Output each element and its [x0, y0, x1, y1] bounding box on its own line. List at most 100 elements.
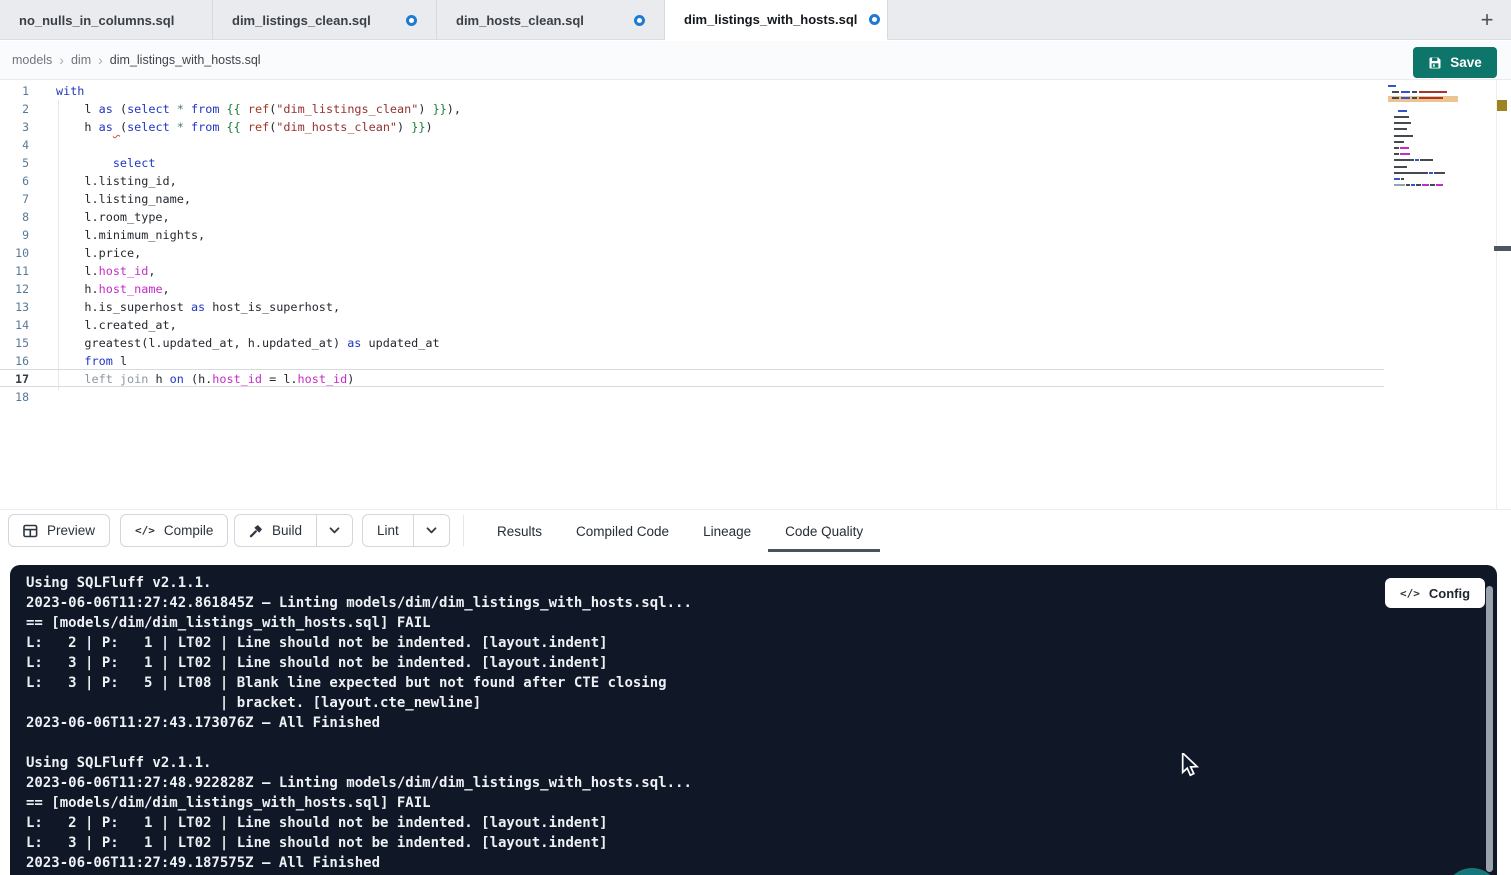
code-text: h.is_superhost as host_is_superhost,: [56, 298, 340, 316]
code-text: l.listing_id,: [56, 172, 177, 190]
editor-tab-no_nulls_in_columns[interactable]: no_nulls_in_columns.sql: [0, 0, 213, 40]
code-line-7[interactable]: 7 l.listing_name,: [0, 190, 1384, 208]
tab-code-quality[interactable]: Code Quality: [768, 510, 880, 552]
code-text: left join h on (h.host_id = l.host_id): [56, 370, 354, 388]
line-number: 9: [0, 226, 29, 244]
line-number: 3: [0, 118, 29, 136]
minimap-row: [1388, 116, 1458, 118]
line-number: 6: [0, 172, 29, 190]
line-number: 1: [0, 82, 29, 100]
grid-icon: [23, 524, 38, 538]
code-line-8[interactable]: 8 l.room_type,: [0, 208, 1384, 226]
code-text: l.room_type,: [56, 208, 170, 226]
code-text: l.created_at,: [56, 316, 177, 334]
tab-compiled-code[interactable]: Compiled Code: [559, 510, 686, 552]
new-tab-button[interactable]: +: [1471, 4, 1503, 36]
code-line-1[interactable]: 1with: [0, 82, 1384, 100]
minimap-row: [1388, 104, 1458, 106]
preview-button[interactable]: Preview: [8, 514, 110, 547]
dbt-cloud-ide: no_nulls_in_columns.sql dim_listings_clea…: [0, 0, 1511, 875]
code-line-16[interactable]: 16 from l: [0, 352, 1384, 370]
terminal-line: [26, 733, 692, 753]
editor-minimap[interactable]: [1388, 85, 1458, 215]
code-text: h as (select * from {{ ref("dim_hosts_cl…: [56, 118, 433, 136]
editor-tab-dim_listings_with_hosts[interactable]: dim_listings_with_hosts.sql: [665, 0, 888, 40]
code-text: h.host_name,: [56, 280, 170, 298]
unsaved-changes-dot-icon: [406, 15, 417, 26]
code-editor[interactable]: 1with2 l as (select * from {{ ref("dim_l…: [0, 80, 1511, 509]
line-number: 2: [0, 100, 29, 118]
compile-button[interactable]: </>Compile: [120, 514, 228, 547]
code-line-10[interactable]: 10 l.price,: [0, 244, 1384, 262]
code-line-4[interactable]: 4: [0, 136, 1384, 154]
lint-config-button[interactable]: </> Config: [1385, 578, 1485, 608]
code-icon: </>: [135, 524, 155, 537]
code-line-3[interactable]: 3 h as (select * from {{ ref("dim_hosts_…: [0, 118, 1384, 136]
code-line-11[interactable]: 11 l.host_id,: [0, 262, 1384, 280]
code-line-18[interactable]: 18: [0, 388, 1384, 406]
unsaved-changes-dot-icon: [634, 15, 645, 26]
terminal-line: == [models/dim/dim_listings_with_hosts.s…: [26, 793, 692, 813]
code-text: l as (select * from {{ ref("dim_listings…: [56, 100, 461, 118]
code-line-13[interactable]: 13 h.is_superhost as host_is_superhost,: [0, 298, 1384, 316]
terminal-line: L: 3 | P: 1 | LT02 | Line should not be …: [26, 653, 692, 673]
tab-lineage[interactable]: Lineage: [686, 510, 768, 552]
breadcrumb-item[interactable]: models: [12, 53, 52, 67]
lint-button[interactable]: Lint: [362, 514, 450, 547]
terminal-line: | bracket. [layout.cte_newline]: [26, 693, 692, 713]
code-line-9[interactable]: 9 l.minimum_nights,: [0, 226, 1384, 244]
line-number: 18: [0, 388, 29, 406]
tab-results[interactable]: Results: [480, 510, 559, 552]
minimap-row: [1388, 128, 1458, 130]
line-number: 8: [0, 208, 29, 226]
terminal-line: 2023-06-06T11:27:48.922828Z — Linting mo…: [26, 773, 692, 793]
code-line-5[interactable]: 5 select: [0, 154, 1384, 172]
code-text: select: [56, 154, 155, 172]
minimap-row: [1388, 159, 1458, 161]
save-button[interactable]: Save: [1413, 47, 1497, 78]
line-number: 7: [0, 190, 29, 208]
terminal-line: 2023-06-06T11:27:42.861845Z — Linting mo…: [26, 593, 692, 613]
breadcrumb-item[interactable]: dim: [71, 53, 91, 67]
build-button[interactable]: Build: [234, 514, 353, 547]
button-label: Preview: [47, 523, 95, 538]
line-number: 13: [0, 298, 29, 316]
code-line-15[interactable]: 15 greatest(l.updated_at, h.updated_at) …: [0, 334, 1384, 352]
minimap-row: [1388, 141, 1458, 143]
minimap-row: [1388, 184, 1458, 186]
terminal-line: L: 2 | P: 1 | LT02 | Line should not be …: [26, 813, 692, 833]
terminal-line: == [models/dim/dim_listings_with_hosts.s…: [26, 613, 692, 633]
line-number: 4: [0, 136, 29, 154]
code-icon: </>: [1400, 587, 1420, 600]
terminal-line: 2023-06-06T11:27:43.173076Z — All Finish…: [26, 713, 692, 733]
terminal-scrollbar[interactable]: [1486, 586, 1493, 872]
code-line-14[interactable]: 14 l.created_at,: [0, 316, 1384, 334]
floppy-icon: [1428, 56, 1442, 70]
scroll-position-marker: [1494, 246, 1511, 251]
line-number: 5: [0, 154, 29, 172]
code-line-17[interactable]: 17 left join h on (h.host_id = l.host_id…: [0, 369, 1384, 387]
lint-output-terminal[interactable]: Using SQLFluff v2.1.1.2023-06-06T11:27:4…: [10, 565, 1497, 875]
breadcrumb: models›dim›dim_listings_with_hosts.sql: [0, 41, 1511, 80]
editor-tab-dim_listings_clean[interactable]: dim_listings_clean.sql: [213, 0, 437, 40]
minimap-row: [1388, 147, 1458, 149]
chevron-down-icon[interactable]: [316, 515, 352, 546]
save-button-label: Save: [1450, 55, 1482, 70]
minimap-row: [1388, 85, 1458, 87]
code-line-2[interactable]: 2 l as (select * from {{ ref("dim_listin…: [0, 100, 1384, 118]
scrollbar-annotation-lane[interactable]: [1496, 80, 1511, 509]
code-line-6[interactable]: 6 l.listing_id,: [0, 172, 1384, 190]
tab-label: no_nulls_in_columns.sql: [19, 13, 174, 28]
minimap-row: [1388, 172, 1458, 174]
result-panel-tabs: ResultsCompiled CodeLineageCode Quality: [480, 510, 880, 552]
code-line-12[interactable]: 12 h.host_name,: [0, 280, 1384, 298]
tab-label: dim_hosts_clean.sql: [456, 13, 584, 28]
button-label: Build: [272, 523, 302, 538]
editor-tab-dim_hosts_clean[interactable]: dim_hosts_clean.sql: [437, 0, 665, 40]
chevron-down-icon[interactable]: [413, 515, 449, 546]
terminal-line: 2023-06-06T11:27:49.187575Z — All Finish…: [26, 853, 692, 873]
terminal-line: Using SQLFluff v2.1.1.: [26, 573, 692, 593]
minimap-row: [1388, 190, 1458, 192]
minimap-row: [1388, 166, 1458, 168]
breadcrumb-item: dim_listings_with_hosts.sql: [110, 53, 261, 67]
